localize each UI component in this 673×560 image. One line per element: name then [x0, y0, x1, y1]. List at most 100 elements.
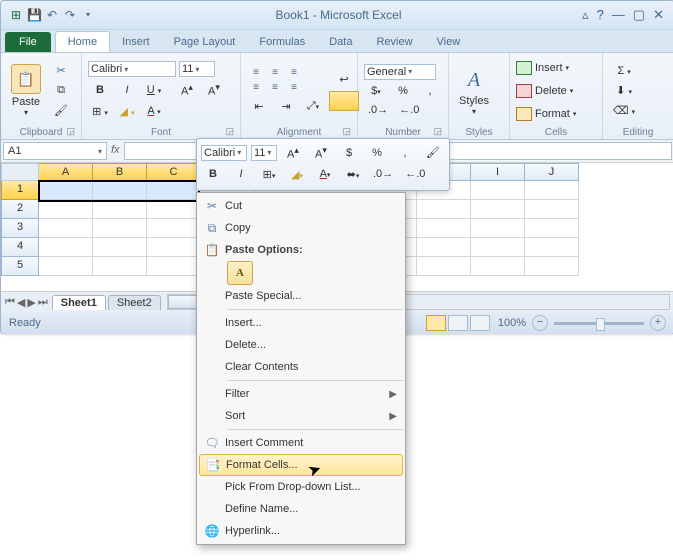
row-header[interactable]: 2 [1, 200, 39, 219]
tab-insert[interactable]: Insert [110, 32, 162, 52]
mini-font-color-button[interactable]: A▾ [313, 166, 337, 182]
orientation-button[interactable]: ⤢▾ [301, 98, 325, 115]
mini-increase-decimal-button[interactable]: .0→ [369, 166, 397, 182]
paste-button[interactable]: 📋 Paste ▾ [7, 55, 45, 126]
align-right-button[interactable]: ≡ [285, 81, 303, 95]
mini-grow-font-button[interactable]: A▴ [281, 143, 305, 163]
mini-comma-button[interactable]: , [393, 145, 417, 161]
clipboard-launcher-icon[interactable]: ◲ [66, 126, 75, 137]
view-page-layout-button[interactable] [448, 315, 468, 331]
align-center-button[interactable]: ≡ [266, 81, 284, 95]
mini-italic-button[interactable]: I [229, 166, 253, 182]
mini-decrease-decimal-button[interactable]: ←.0 [401, 166, 429, 182]
bold-button[interactable]: B [88, 82, 112, 98]
font-color-button[interactable]: A ▾ [142, 103, 166, 119]
sheet-tab[interactable]: Sheet1 [52, 295, 106, 310]
col-header[interactable]: I [471, 163, 525, 181]
row-header[interactable]: 1 [1, 181, 39, 200]
undo-icon[interactable]: ↶ [45, 8, 59, 22]
autosum-button[interactable]: Σ ▾ [609, 63, 639, 79]
col-header[interactable]: J [525, 163, 579, 181]
styles-button[interactable]: A Styles▾ [455, 55, 493, 126]
mini-font-combo[interactable]: Calibri▾ [201, 145, 247, 161]
tab-view[interactable]: View [425, 32, 473, 52]
view-normal-button[interactable] [426, 315, 446, 331]
ctx-clear-contents[interactable]: Clear Contents [199, 356, 403, 378]
align-left-button[interactable]: ≡ [247, 81, 265, 95]
ctx-insert[interactable]: Insert... [199, 312, 403, 334]
tab-formulas[interactable]: Formulas [247, 32, 317, 52]
font-size-combo[interactable]: 11▾ [179, 61, 215, 77]
percent-button[interactable]: % [391, 83, 415, 99]
ctx-delete[interactable]: Delete... [199, 334, 403, 356]
align-top-button[interactable]: ≡ [247, 66, 265, 80]
ctx-hyperlink[interactable]: 🌐Hyperlink... [199, 520, 403, 542]
borders-button[interactable]: ⊞ ▾ [88, 103, 112, 120]
italic-button[interactable]: I [115, 82, 139, 98]
sheet-nav-last-icon[interactable]: ⏭ [38, 296, 48, 309]
sheet-nav-next-icon[interactable]: ▶ [27, 296, 35, 309]
qat-customize-icon[interactable]: ▾ [81, 8, 95, 22]
zoom-in-button[interactable]: + [650, 315, 666, 331]
mini-format-painter-icon[interactable]: 🖌 [421, 144, 445, 161]
shrink-font-button[interactable]: A▾ [202, 80, 226, 100]
view-page-break-button[interactable] [470, 315, 490, 331]
ctx-paste-special[interactable]: Paste Special... [199, 285, 403, 307]
sheet-nav-prev-icon[interactable]: ◀ [17, 296, 25, 309]
sheet-nav-first-icon[interactable]: ⏮ [5, 296, 15, 309]
tab-file[interactable]: File [5, 32, 51, 52]
minimize-ribbon-icon[interactable]: ▵ [582, 7, 589, 23]
mini-borders-button[interactable]: ⊞▾ [257, 166, 281, 183]
mini-fill-color-button[interactable]: ◢▾ [285, 166, 309, 183]
tab-home[interactable]: Home [55, 31, 110, 52]
row-header[interactable]: 5 [1, 257, 39, 276]
number-format-combo[interactable]: General▾ [364, 64, 436, 80]
tab-review[interactable]: Review [364, 32, 424, 52]
mini-percent-button[interactable]: % [365, 145, 389, 161]
wrap-text-button[interactable]: ↩ [329, 71, 359, 88]
tab-page-layout[interactable]: Page Layout [162, 32, 248, 52]
font-name-combo[interactable]: Calibri▾ [88, 61, 176, 77]
fill-color-button[interactable]: ◢ ▾ [115, 103, 139, 120]
fill-button[interactable]: ⬇ ▾ [609, 82, 639, 99]
mini-bold-button[interactable]: B [201, 166, 225, 182]
select-all-corner[interactable] [1, 163, 39, 181]
ctx-filter[interactable]: Filter▶ [199, 383, 403, 405]
decrease-indent-button[interactable]: ⇤ [247, 98, 271, 115]
ctx-paste-option-keep-formatting[interactable]: A [227, 261, 253, 285]
name-box[interactable]: A1▾ [3, 142, 107, 160]
tab-data[interactable]: Data [317, 32, 364, 52]
align-middle-button[interactable]: ≡ [266, 66, 284, 80]
merge-center-button[interactable] [329, 91, 359, 111]
ctx-insert-comment[interactable]: 🗨Insert Comment [199, 432, 403, 454]
redo-icon[interactable]: ↷ [63, 8, 77, 22]
zoom-out-button[interactable]: − [532, 315, 548, 331]
row-header[interactable]: 4 [1, 238, 39, 257]
zoom-slider[interactable] [554, 322, 644, 325]
clear-button[interactable]: ⌫ ▾ [609, 102, 639, 119]
mini-merge-button[interactable]: ⬌▾ [341, 166, 365, 183]
ctx-cut[interactable]: ✂Cut [199, 195, 403, 217]
number-launcher-icon[interactable]: ◲ [433, 126, 442, 137]
grow-font-button[interactable]: A▴ [175, 80, 199, 100]
mini-shrink-font-button[interactable]: A▾ [309, 143, 333, 163]
ctx-format-cells[interactable]: 📑Format Cells... [199, 454, 403, 476]
font-launcher-icon[interactable]: ◲ [225, 126, 234, 137]
col-header[interactable]: C [147, 163, 201, 181]
format-cells-button[interactable]: Format ▾ [516, 105, 576, 123]
decrease-decimal-button[interactable]: ←.0 [395, 102, 423, 118]
sheet-tab[interactable]: Sheet2 [108, 295, 161, 310]
minimize-icon[interactable]: ― [612, 7, 625, 23]
col-header[interactable]: B [93, 163, 147, 181]
maximize-icon[interactable]: ▢ [633, 7, 645, 23]
col-header[interactable]: A [39, 163, 93, 181]
increase-decimal-button[interactable]: .0→ [364, 102, 392, 118]
ctx-sort[interactable]: Sort▶ [199, 405, 403, 427]
close-icon[interactable]: ✕ [653, 7, 664, 23]
mini-size-combo[interactable]: 11▾ [251, 145, 277, 161]
save-icon[interactable]: 💾 [27, 8, 41, 22]
accounting-button[interactable]: $▾ [364, 83, 388, 99]
ctx-copy[interactable]: ⧉Copy [199, 217, 403, 239]
insert-cells-button[interactable]: Insert ▾ [516, 59, 576, 77]
zoom-level[interactable]: 100% [498, 317, 526, 329]
